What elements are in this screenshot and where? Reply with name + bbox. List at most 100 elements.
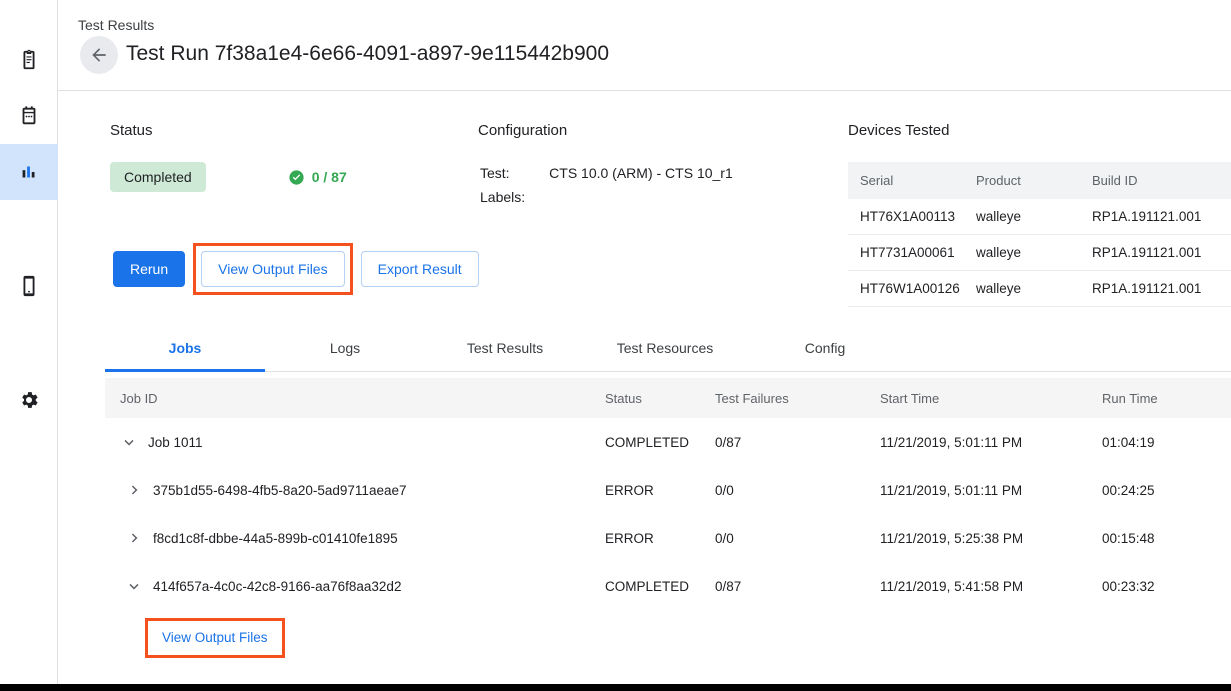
job-id-cell: f8cd1c8f-dbbe-44a5-899b-c01410fe1895 — [105, 529, 605, 547]
jobs-col-run-time: Run Time — [1102, 391, 1222, 406]
sidebar-item-devices[interactable] — [0, 258, 58, 314]
sidebar-item-test-results[interactable] — [0, 144, 58, 200]
tab-bar: Jobs Logs Test Results Test Resources Co… — [105, 328, 1231, 372]
bar-chart-icon — [18, 161, 40, 183]
device-product: walleye — [976, 199, 1092, 235]
device-build-id: RP1A.191121.001 — [1092, 271, 1231, 307]
job-run-time: 00:23:32 — [1102, 579, 1222, 594]
job-run-time: 01:04:19 — [1102, 435, 1222, 450]
device-build-id: RP1A.191121.001 — [1092, 235, 1231, 271]
config-value-labels — [549, 189, 733, 211]
status-section-title: Status — [110, 122, 347, 139]
job-run-time: 00:24:25 — [1102, 483, 1222, 498]
bottom-bar — [0, 684, 1231, 691]
job-status: ERROR — [605, 531, 715, 546]
failure-count: 0 / 87 — [288, 169, 347, 186]
tab-logs[interactable]: Logs — [265, 328, 425, 372]
sidebar-item-clipboard[interactable] — [0, 32, 58, 88]
configuration-section-title: Configuration — [478, 122, 735, 139]
job-id-cell: Job 1011 — [105, 433, 605, 451]
job-status: COMPLETED — [605, 579, 715, 594]
action-buttons: Rerun View Output Files Export Result — [113, 243, 479, 295]
job-id-cell: 414f657a-4c0c-42c8-9166-aa76f8aa32d2 — [105, 577, 605, 595]
job-id-text: Job 1011 — [148, 435, 203, 450]
device-serial: HT7731A00061 — [848, 235, 976, 271]
config-row-test: Test: CTS 10.0 (ARM) - CTS 10_r1 — [480, 165, 733, 187]
chevron-down-icon[interactable] — [120, 433, 148, 451]
job-start-time: 11/21/2019, 5:25:38 PM — [880, 531, 1102, 546]
device-serial: HT76X1A00113 — [848, 199, 976, 235]
chevron-right-icon[interactable] — [125, 481, 153, 499]
job-status: ERROR — [605, 483, 715, 498]
jobs-col-test-failures: Test Failures — [715, 391, 880, 406]
table-row[interactable]: 375b1d55-6498-4fb5-8a20-5ad9711aeae7 ERR… — [105, 466, 1231, 514]
job-id-text: 375b1d55-6498-4fb5-8a20-5ad9711aeae7 — [153, 483, 406, 498]
job-start-time: 11/21/2019, 5:01:11 PM — [880, 435, 1102, 450]
check-circle-icon — [288, 169, 305, 186]
tab-test-resources[interactable]: Test Resources — [585, 328, 745, 372]
tab-jobs[interactable]: Jobs — [105, 328, 265, 372]
job-test-failures: 0/87 — [715, 435, 880, 450]
table-row[interactable]: f8cd1c8f-dbbe-44a5-899b-c01410fe1895 ERR… — [105, 514, 1231, 562]
sidebar-item-calendar[interactable] — [0, 88, 58, 144]
devices-col-serial: Serial — [848, 162, 976, 199]
status-section: Status Completed 0 / 87 — [110, 122, 347, 192]
job-id-text: 414f657a-4c0c-42c8-9166-aa76f8aa32d2 — [153, 579, 401, 594]
chevron-right-icon[interactable] — [125, 529, 153, 547]
status-badge: Completed — [110, 162, 206, 192]
devices-table: Serial Product Build ID HT76X1A00113 wal… — [848, 162, 1231, 307]
page-header: Test Results Test Run 7f38a1e4-6e66-4091… — [58, 0, 1231, 91]
job-test-failures: 0/87 — [715, 579, 880, 594]
gear-icon — [18, 389, 40, 411]
table-row[interactable]: Job 1011 COMPLETED 0/87 11/21/2019, 5:01… — [105, 418, 1231, 466]
table-row[interactable]: HT76W1A00126 walleye RP1A.191121.001 — [848, 271, 1231, 307]
back-button[interactable] — [80, 36, 118, 74]
chevron-down-icon[interactable] — [125, 577, 153, 595]
job-start-time: 11/21/2019, 5:01:11 PM — [880, 483, 1102, 498]
export-result-button[interactable]: Export Result — [361, 251, 479, 287]
tab-test-results[interactable]: Test Results — [425, 328, 585, 372]
failure-count-text: 0 / 87 — [312, 169, 347, 185]
jobs-col-start-time: Start Time — [880, 391, 1102, 406]
highlight-box-view-output-files: View Output Files — [193, 243, 352, 295]
config-key-test: Test: — [480, 165, 547, 187]
configuration-section: Configuration Test: CTS 10.0 (ARM) - CTS… — [478, 122, 735, 213]
highlight-box-row-view-output-files: View Output Files — [145, 618, 285, 658]
devices-col-product: Product — [976, 162, 1092, 199]
job-test-failures: 0/0 — [715, 531, 880, 546]
view-output-files-button[interactable]: View Output Files — [201, 251, 344, 287]
sidebar — [0, 0, 58, 684]
tab-config[interactable]: Config — [745, 328, 905, 372]
rerun-button[interactable]: Rerun — [113, 251, 185, 287]
jobs-col-status: Status — [605, 391, 715, 406]
table-row[interactable]: HT76X1A00113 walleye RP1A.191121.001 — [848, 199, 1231, 235]
devices-table-header: Serial Product Build ID — [848, 162, 1231, 199]
job-id-text: f8cd1c8f-dbbe-44a5-899b-c01410fe1895 — [153, 531, 398, 546]
breadcrumb[interactable]: Test Results — [78, 17, 154, 33]
devices-section: Devices Tested Serial Product Build ID H… — [848, 122, 1231, 307]
table-row[interactable]: HT7731A00061 walleye RP1A.191121.001 — [848, 235, 1231, 271]
table-row[interactable]: 414f657a-4c0c-42c8-9166-aa76f8aa32d2 COM… — [105, 562, 1231, 610]
job-run-time: 00:15:48 — [1102, 531, 1222, 546]
device-product: walleye — [976, 271, 1092, 307]
sidebar-item-settings[interactable] — [0, 372, 58, 428]
job-start-time: 11/21/2019, 5:41:58 PM — [880, 579, 1102, 594]
config-value-test: CTS 10.0 (ARM) - CTS 10_r1 — [549, 165, 733, 187]
job-test-failures: 0/0 — [715, 483, 880, 498]
devices-col-build-id: Build ID — [1092, 162, 1231, 199]
calendar-icon — [18, 105, 40, 127]
main-content: Status Completed 0 / 87 Configuration Te… — [58, 91, 1231, 684]
clipboard-icon — [18, 49, 40, 71]
app-root: Test Results Test Run 7f38a1e4-6e66-4091… — [0, 0, 1231, 691]
jobs-col-job-id: Job ID — [105, 391, 605, 406]
configuration-table: Test: CTS 10.0 (ARM) - CTS 10_r1 Labels: — [478, 163, 735, 213]
row-view-output-files-link[interactable]: View Output Files — [162, 630, 268, 645]
device-serial: HT76W1A00126 — [848, 271, 976, 307]
jobs-table: Job ID Status Test Failures Start Time R… — [105, 378, 1231, 658]
config-row-labels: Labels: — [480, 189, 733, 211]
job-status: COMPLETED — [605, 435, 715, 450]
job-id-cell: 375b1d55-6498-4fb5-8a20-5ad9711aeae7 — [105, 481, 605, 499]
device-build-id: RP1A.191121.001 — [1092, 199, 1231, 235]
arrow-left-icon — [89, 45, 109, 65]
devices-section-title: Devices Tested — [848, 122, 1231, 139]
